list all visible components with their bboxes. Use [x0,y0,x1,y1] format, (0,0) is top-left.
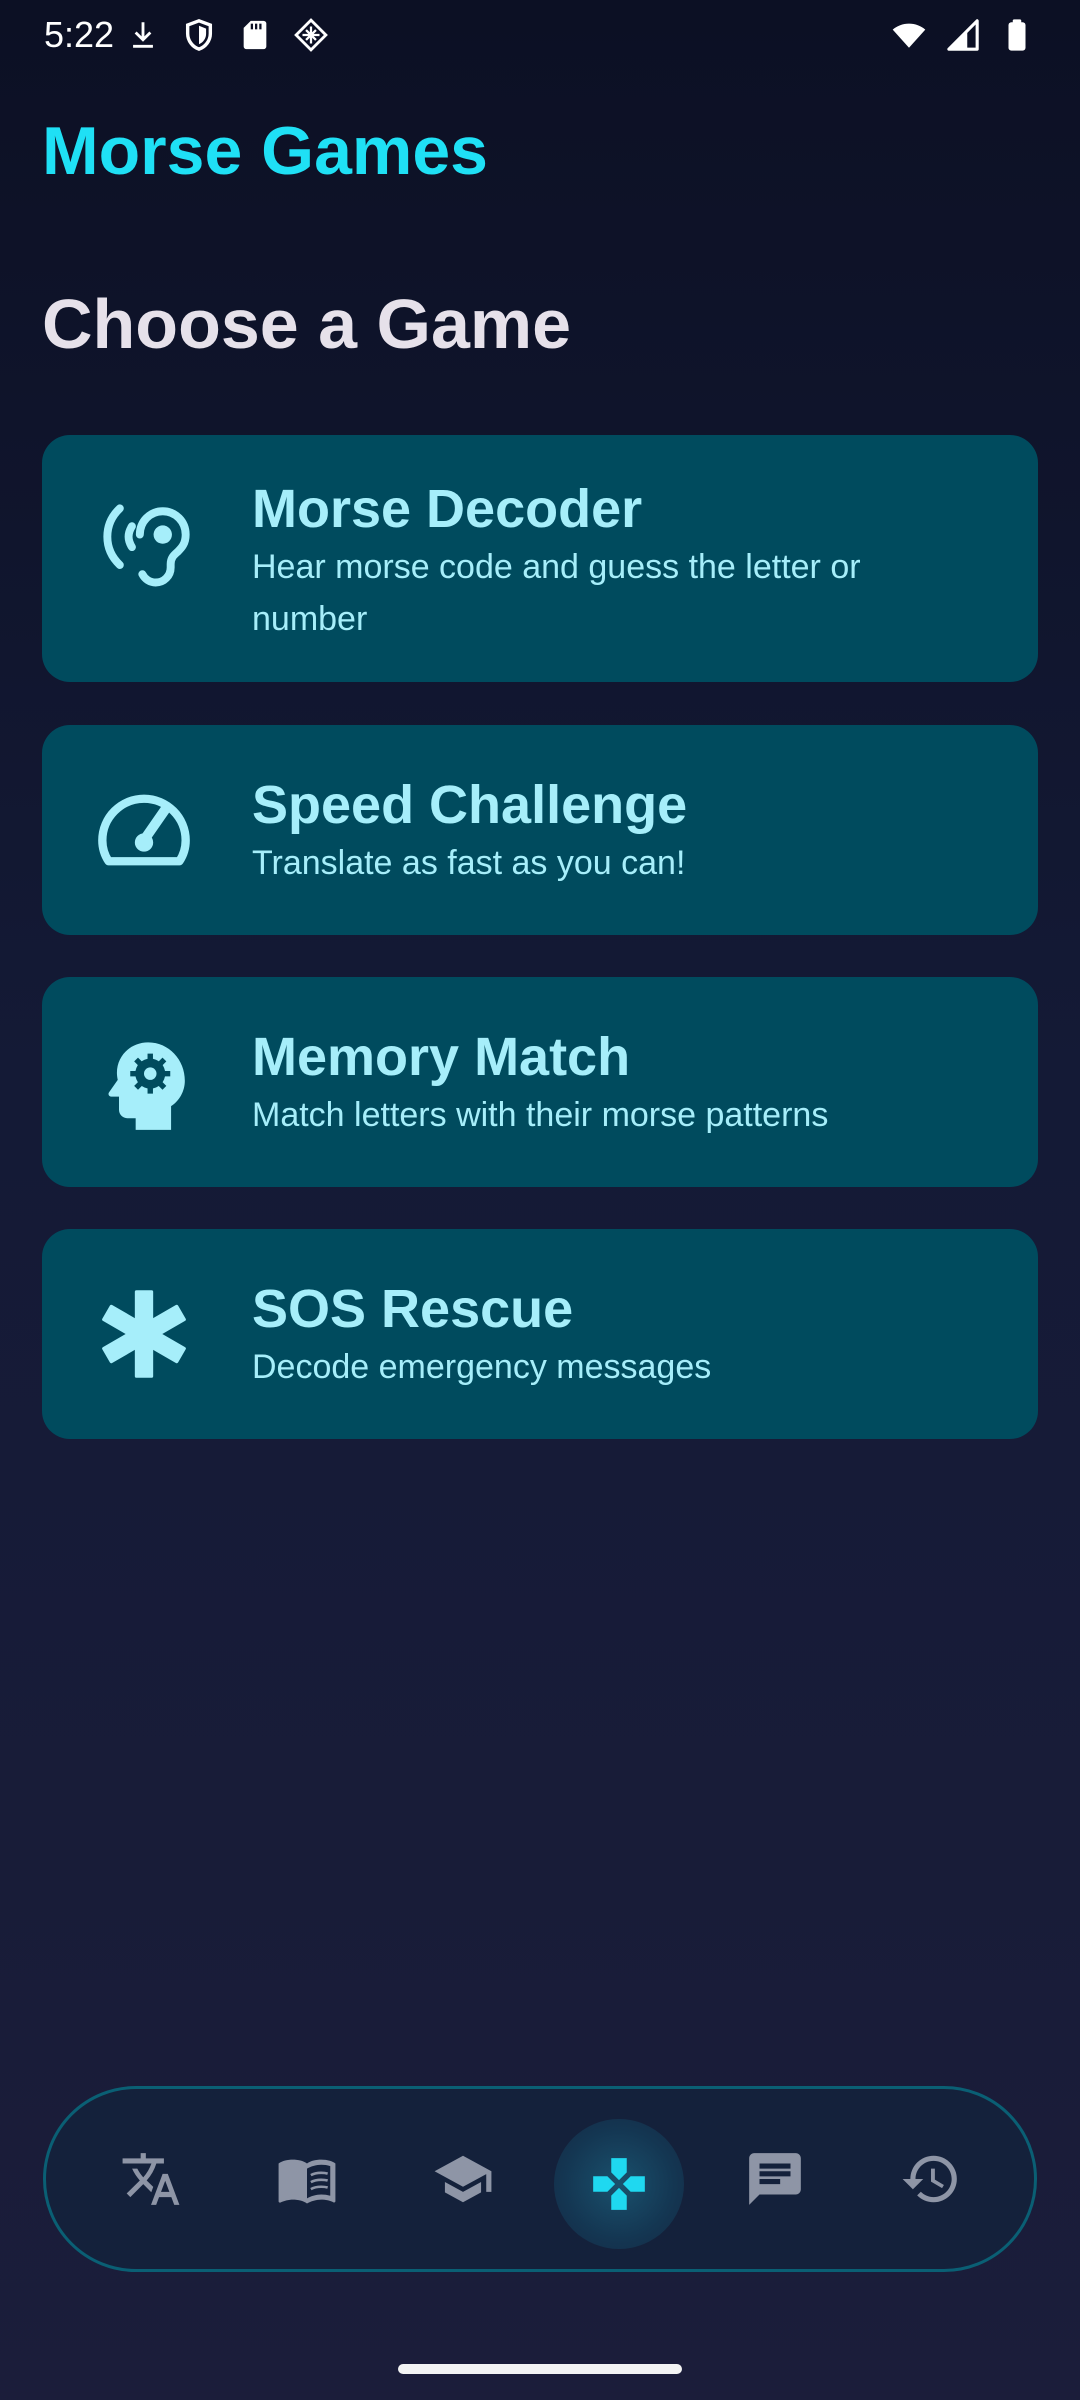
sd-card-icon [243,20,267,50]
game-title: Memory Match [252,1027,631,1087]
status-right-icons [892,18,1034,52]
home-indicator[interactable] [398,2364,682,2374]
wifi-icon [892,23,926,48]
game-description: Match letters with their morse patterns [252,1096,829,1134]
history-icon [902,2155,957,2203]
game-title: Speed Challenge [252,775,688,835]
section-heading: Choose a Game [42,285,572,363]
battery-icon [1008,19,1026,51]
game-description: Decode emergency messages [252,1348,712,1386]
nav-translate[interactable] [106,2134,196,2224]
game-card-speed-challenge[interactable]: Speed Challenge Translate as fast as you… [42,725,1038,935]
game-title: SOS Rescue [252,1279,574,1339]
game-card-memory-match[interactable]: Memory Match Match letters with their mo… [42,977,1038,1187]
game-description: Translate as fast as you can! [252,844,686,882]
download-icon [133,22,153,48]
game-title: Morse Decoder [252,479,643,539]
game-card-text: Morse Decoder Hear morse code and guess … [252,479,978,645]
nav-games[interactable] [554,2119,684,2249]
shield-icon [185,19,213,51]
cellular-signal-icon [947,19,979,51]
app-title: Morse Games [42,113,488,189]
nav-history[interactable] [886,2134,976,2224]
gamepad-icon [593,2158,645,2210]
game-card-sos-rescue[interactable]: SOS Rescue Decode emergency messages [42,1229,1038,1439]
diamond-grid-icon [294,18,328,52]
nav-learn[interactable] [418,2134,508,2224]
game-description: Hear morse code and guess the letter or … [252,548,861,638]
ear-icon [103,504,190,587]
game-card-text: Memory Match Match letters with their mo… [252,1027,978,1141]
status-left-icons [126,18,328,52]
game-card-text: SOS Rescue Decode emergency messages [252,1279,978,1393]
nav-book[interactable] [262,2134,352,2224]
game-card-text: Speed Challenge Translate as fast as you… [252,775,978,889]
school-icon [434,2155,492,2203]
chat-icon [749,2153,801,2205]
asterisk-icon [102,1290,186,1378]
status-time: 5:22 [44,14,115,55]
translate-icon [122,2153,180,2205]
speedometer-icon [98,794,190,866]
bottom-nav [43,2086,1037,2272]
nav-chat[interactable] [730,2134,820,2224]
brain-gear-icon [108,1042,185,1130]
game-card-morse-decoder[interactable]: Morse Decoder Hear morse code and guess … [42,435,1038,682]
status-bar: 5:22 [0,0,1080,72]
book-icon [278,2159,336,2204]
